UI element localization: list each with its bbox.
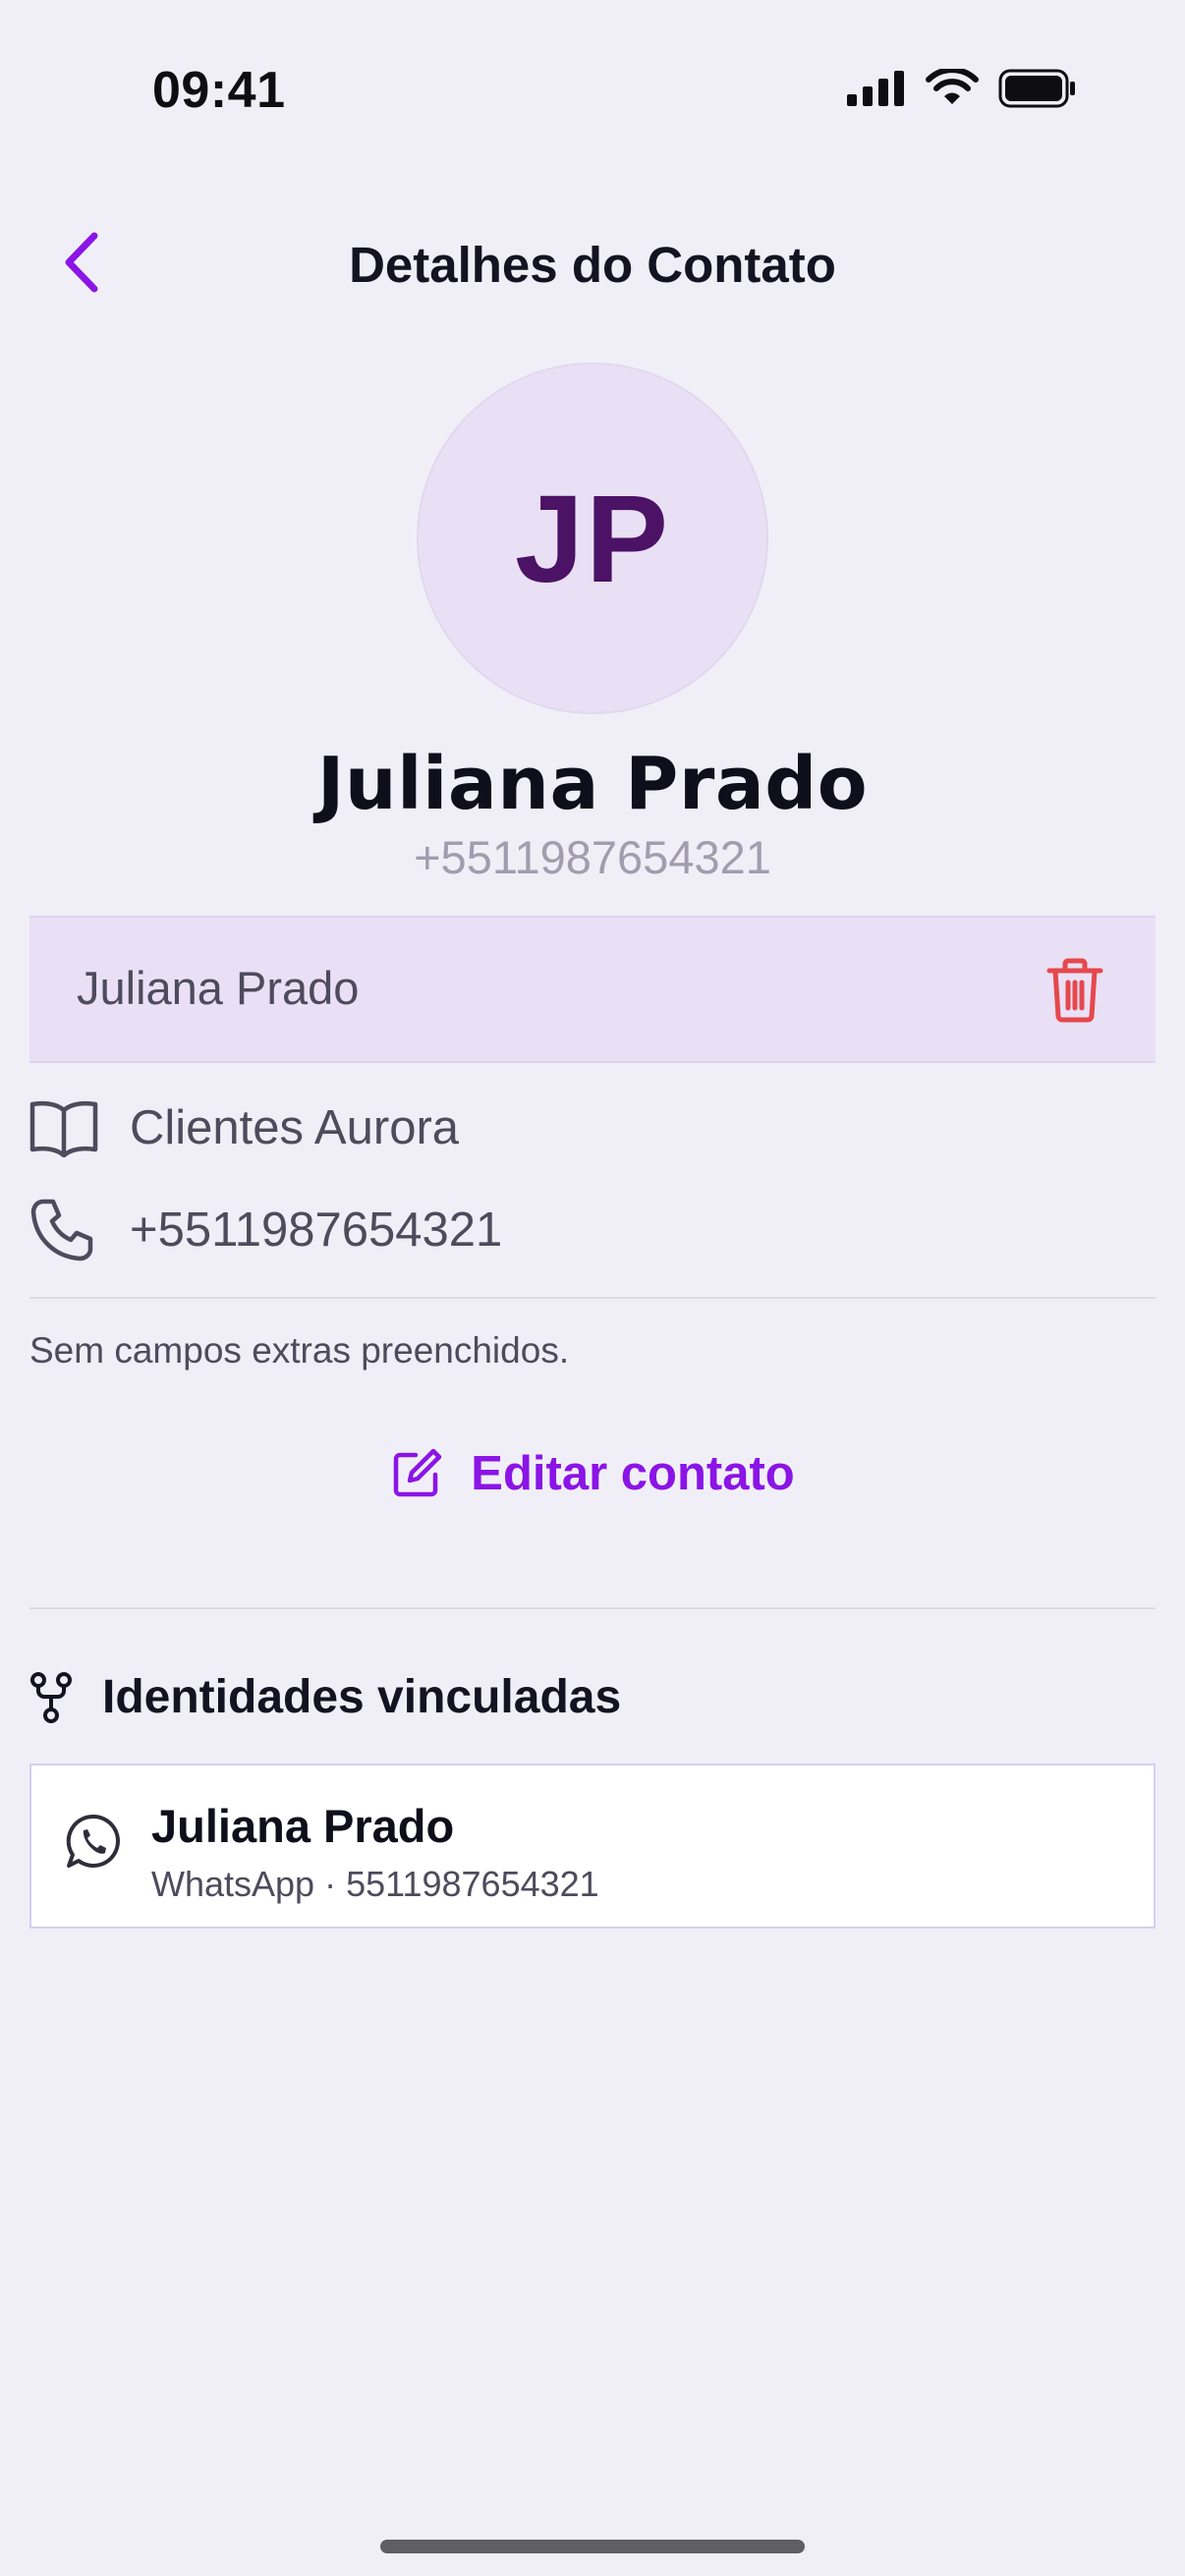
status-icons <box>847 69 1077 108</box>
phone-row[interactable]: +5511987654321 <box>29 1191 1156 1269</box>
linked-identities-header: Identidades vinculadas <box>29 1670 621 1724</box>
signal-icon <box>847 71 904 106</box>
group-name: Clientes Aurora <box>130 1101 460 1154</box>
phone-number: +5511987654321 <box>130 1204 503 1257</box>
linked-identity-name: Juliana Prado <box>151 1800 455 1852</box>
avatar-initials: JP <box>514 469 671 608</box>
fork-icon <box>30 1671 72 1723</box>
home-indicator[interactable] <box>380 2540 805 2553</box>
extras-note: Sem campos extras preenchidos. <box>29 1330 570 1371</box>
phone-icon <box>29 1196 98 1264</box>
battery-icon <box>998 69 1075 108</box>
name-row-label: Juliana Prado <box>77 962 360 1014</box>
edit-icon <box>394 1448 442 1497</box>
group-row: Clientes Aurora <box>29 1089 1156 1167</box>
edit-contact-button[interactable]: Editar contato <box>0 1439 1185 1508</box>
linked-identity-meta: WhatsApp · 5511987654321 <box>151 1864 599 1904</box>
edit-contact-label: Editar contato <box>471 1447 795 1500</box>
linked-identities-title: Identidades vinculadas <box>102 1671 622 1723</box>
delete-button[interactable] <box>1045 957 1104 1024</box>
whatsapp-icon <box>65 1813 122 1870</box>
avatar: JP <box>417 363 768 714</box>
page-title: Detalhes do Contato <box>349 237 836 293</box>
contact-phone-subtitle: +5511987654321 <box>414 831 771 883</box>
contact-name-row[interactable]: Juliana Prado <box>29 916 1156 1063</box>
divider <box>29 1607 1156 1609</box>
divider <box>29 1297 1156 1299</box>
book-icon <box>29 1093 98 1162</box>
linked-identity-card[interactable]: Juliana Prado WhatsApp · 5511987654321 <box>29 1764 1156 1929</box>
contact-name: Juliana Prado <box>316 742 869 826</box>
status-time: 09:41 <box>152 62 286 119</box>
wifi-icon <box>926 69 979 104</box>
trash-icon <box>1046 958 1103 1023</box>
